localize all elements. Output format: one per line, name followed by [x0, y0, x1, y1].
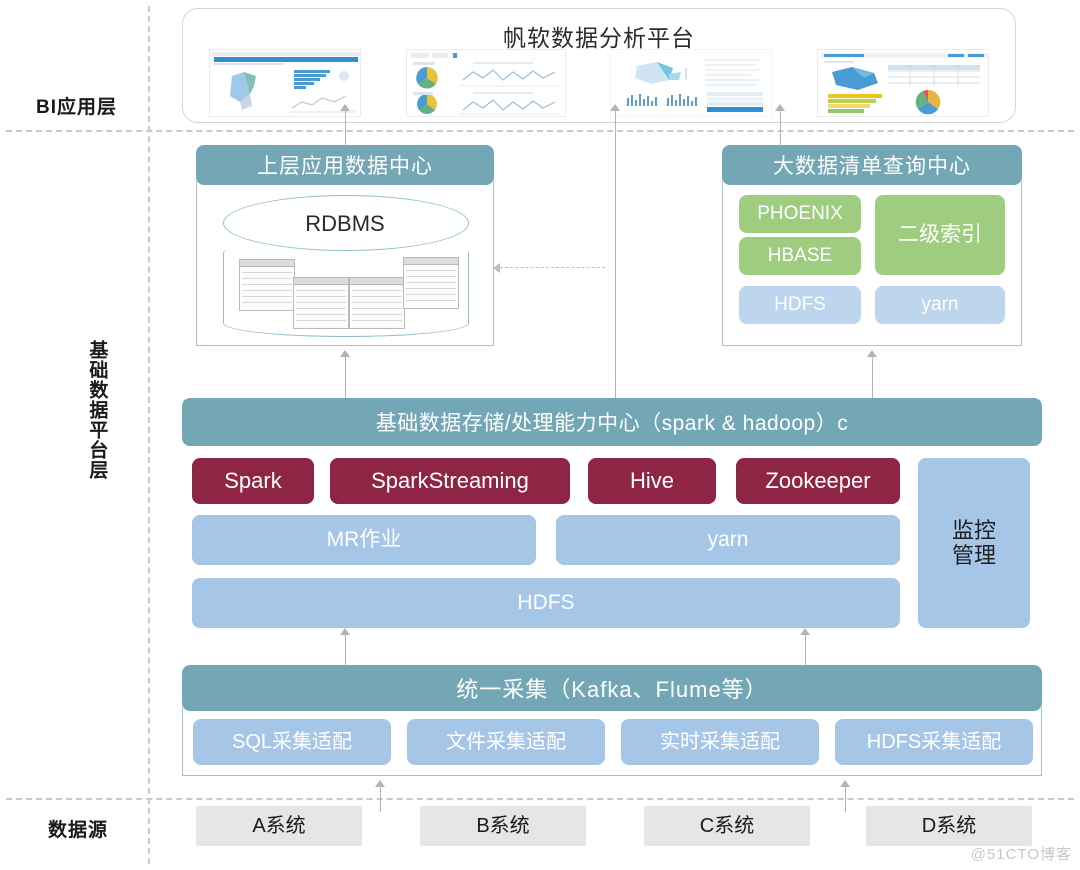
arrow-head-app-center-to-bi: [340, 104, 350, 111]
collection-title: 统一采集（Kafka、Flume等）: [182, 665, 1042, 711]
arrow-app-center-to-bi: [345, 110, 346, 146]
arrow-query-to-app-center: [500, 267, 605, 268]
chip-monitor-management[interactable]: 监控 管理: [918, 458, 1030, 628]
chip-hive[interactable]: Hive: [588, 458, 716, 504]
app-data-center-title: 上层应用数据中心: [196, 145, 494, 185]
vertical-divider: [148, 6, 150, 864]
bigdata-query-center-title: 大数据清单查询中心: [722, 145, 1022, 185]
layer-label-platform: 基础数据平台层: [86, 340, 108, 480]
collection-section: 统一采集（Kafka、Flume等） SQL采集适配 文件采集适配 实时采集适配…: [182, 665, 1042, 780]
chip-yarn[interactable]: yarn: [875, 286, 1005, 324]
rdbms-table-icon: [349, 277, 405, 329]
arrow-head-platform-to-bi: [610, 104, 620, 111]
arrow-core-to-query-center: [872, 356, 873, 400]
architecture-diagram: BI应用层 基础数据平台层 数据源 帆软数据分析平台 上层应用数据中心 RDBM…: [0, 0, 1080, 870]
data-source-c[interactable]: C系统: [644, 806, 810, 846]
chip-hdfs[interactable]: HDFS: [739, 286, 861, 324]
dashboard-thumbnail-map-bar[interactable]: [209, 49, 361, 117]
thumbnail-chart-icon: [817, 50, 988, 116]
chip-spark[interactable]: Spark: [192, 458, 314, 504]
rdbms-label: RDBMS: [305, 211, 385, 236]
data-source-a[interactable]: A系统: [196, 806, 362, 846]
bi-application-panel: 帆软数据分析平台: [182, 8, 1016, 123]
bigdata-query-center-body: PHOENIX HBASE 二级索引 HDFS yarn: [722, 181, 1022, 346]
rdbms-table-icon: [293, 277, 349, 329]
chip-sparkstreaming[interactable]: SparkStreaming: [330, 458, 570, 504]
arrow-source-d-to-collection: [845, 786, 846, 812]
dashboard-thumbnail-map-table[interactable]: [610, 49, 773, 117]
chip-yarn-core[interactable]: yarn: [556, 515, 900, 565]
chip-hdfs-core[interactable]: HDFS: [192, 578, 900, 628]
bigdata-query-center-section: 大数据清单查询中心 PHOENIX HBASE 二级索引 HDFS yarn: [722, 145, 1022, 350]
watermark: @51CTO博客: [970, 846, 1072, 863]
thumbnail-chart-icon: [406, 50, 565, 116]
monitor-line-1: 监控: [951, 517, 996, 543]
arrow-source-a-to-collection: [380, 786, 381, 812]
dashboard-thumbnail-report-pie[interactable]: [816, 49, 989, 117]
arrow-collection-to-hdfs-right: [805, 634, 806, 668]
divider-platform-source: [6, 798, 1074, 800]
arrow-core-to-app-center: [345, 356, 346, 400]
bi-panel-title: 帆软数据分析平台: [503, 25, 695, 51]
dashboard-thumbnails: [209, 49, 989, 117]
chip-zookeeper[interactable]: Zookeeper: [736, 458, 900, 504]
layer-label-source: 数据源: [48, 820, 109, 841]
arrow-query-center-to-bi: [780, 110, 781, 146]
rdbms-table-icon: [239, 259, 295, 311]
arrow-collection-to-hdfs-left: [345, 634, 346, 668]
core-platform-title-bar: 基础数据存储/处理能力中心（spark & hadoop）c: [182, 398, 1042, 446]
app-data-center-section: 上层应用数据中心 RDBMS: [196, 145, 494, 350]
chip-hdfs-adapter[interactable]: HDFS采集适配: [835, 719, 1033, 765]
arrow-head-source-d-to-collection: [840, 780, 850, 787]
arrow-head-query-center-to-bi: [775, 104, 785, 111]
layer-label-bi: BI应用层: [36, 97, 118, 118]
arrow-head-source-a-to-collection: [375, 780, 385, 787]
chip-realtime-adapter[interactable]: 实时采集适配: [621, 719, 819, 765]
arrow-head-collection-to-hdfs-right: [800, 628, 810, 635]
monitor-line-2: 管理: [951, 543, 996, 568]
arrow-head-core-to-app-center: [340, 350, 350, 357]
arrow-platform-to-bi: [615, 110, 616, 400]
thumbnail-chart-icon: [611, 50, 772, 116]
data-source-b[interactable]: B系统: [420, 806, 586, 846]
chip-sql-adapter[interactable]: SQL采集适配: [193, 719, 391, 765]
collection-body: SQL采集适配 文件采集适配 实时采集适配 HDFS采集适配: [182, 707, 1042, 776]
rdbms-table-icon: [403, 257, 459, 309]
arrow-head-collection-to-hdfs-left: [340, 628, 350, 635]
chip-phoenix[interactable]: PHOENIX: [739, 195, 861, 233]
arrow-head-core-to-query-center: [867, 350, 877, 357]
app-data-center-body: RDBMS: [196, 181, 494, 346]
arrow-head-query-to-app-center: [493, 263, 500, 273]
chip-file-adapter[interactable]: 文件采集适配: [407, 719, 605, 765]
chip-secondary-index[interactable]: 二级索引: [875, 195, 1005, 275]
divider-bi-platform: [6, 130, 1074, 132]
chip-mr-job[interactable]: MR作业: [192, 515, 536, 565]
thumbnail-chart-icon: [210, 50, 360, 116]
dashboard-thumbnail-pie-line[interactable]: [405, 49, 566, 117]
data-source-d[interactable]: D系统: [866, 806, 1032, 846]
chip-hbase[interactable]: HBASE: [739, 237, 861, 275]
